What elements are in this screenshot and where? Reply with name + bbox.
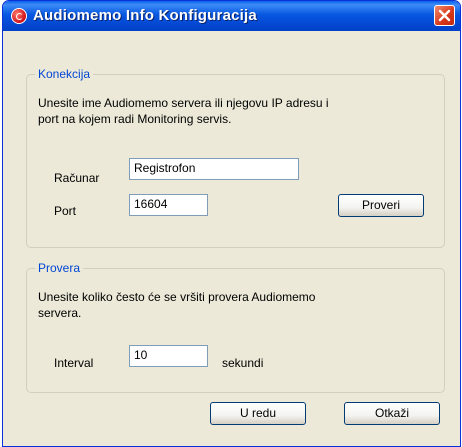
provera-description-line2: servera. (38, 306, 82, 320)
interval-input[interactable]: 10 (129, 345, 208, 367)
port-label: Port (54, 204, 77, 218)
proveri-button[interactable]: Proveri (338, 194, 424, 217)
close-button[interactable] (434, 5, 455, 26)
window-title: Audiomemo Info Konfiguracija (33, 7, 257, 24)
provera-description-line1: Unesite koliko često će se vršiti prover… (38, 290, 316, 304)
interval-unit-label: sekundi (222, 356, 264, 370)
dialog-window: Audiomemo Info Konfiguracija Konekcija U… (2, 0, 461, 447)
provera-legend: Provera (35, 261, 84, 275)
app-icon (11, 8, 27, 24)
cancel-button[interactable]: Otkaži (344, 402, 440, 425)
racunar-input[interactable]: Registrofon (129, 158, 299, 180)
konekcija-description-line2: port na kojem radi Monitoring servis. (38, 112, 232, 126)
konekcija-description-line1: Unesite ime Audiomemo servera ili njegov… (38, 96, 329, 110)
racunar-label: Računar (54, 171, 100, 185)
port-input[interactable]: 16604 (129, 194, 208, 216)
interval-label: Interval (54, 356, 94, 370)
close-icon (438, 9, 451, 22)
provera-group: Provera (26, 261, 445, 393)
konekcija-legend: Konekcija (35, 67, 94, 81)
ok-button[interactable]: U redu (210, 402, 306, 425)
title-bar[interactable]: Audiomemo Info Konfiguracija (3, 1, 460, 31)
